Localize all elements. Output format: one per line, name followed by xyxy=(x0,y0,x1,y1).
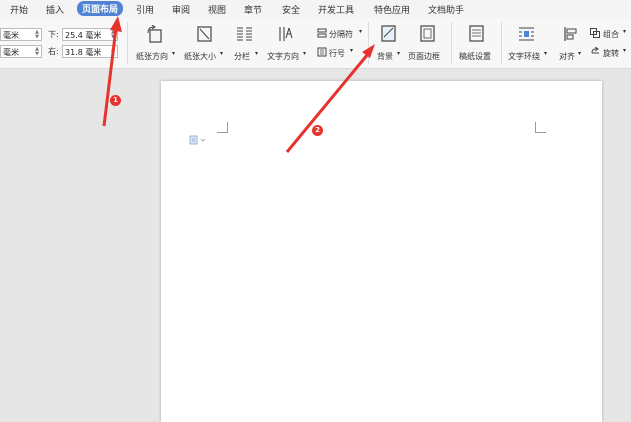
top-margin-value: 毫米 xyxy=(3,31,19,40)
manuscript-grid-icon xyxy=(469,25,484,42)
paper-size-icon xyxy=(197,26,212,42)
annotation-badge-1: 1 xyxy=(110,95,121,106)
orientation-label: 纸张方向 xyxy=(136,52,168,61)
annotation-badge-2: 2 xyxy=(312,125,323,136)
group-icon xyxy=(590,28,600,38)
page-border-label: 页面边框 xyxy=(408,52,440,61)
tab-page-layout[interactable]: 页面布局 xyxy=(77,1,124,16)
divider xyxy=(368,22,369,64)
chevron-down-icon: ▾ xyxy=(350,47,354,54)
ribbon-toolbar: 毫米 ▲ ▼ 毫米 ▲ ▼ 下: 25.4 毫米 ▲ ▼ 右: 31.8 毫米 ▲ ▼ … xyxy=(0,18,631,69)
tab-developer[interactable]: 开发工具 xyxy=(318,3,354,16)
bottom-margin-field[interactable]: 25.4 毫米 ▲ ▼ xyxy=(62,28,118,41)
paste-options-icon[interactable] xyxy=(189,135,209,145)
right-margin-label: 右: xyxy=(48,47,59,56)
spin-arrows-icon[interactable]: ▲ ▼ xyxy=(35,47,39,57)
divider xyxy=(451,22,452,64)
tab-references[interactable]: 引用 xyxy=(136,3,154,16)
columns-label: 分栏 xyxy=(234,52,250,61)
margin-corner-top-right xyxy=(535,122,546,133)
tab-security[interactable]: 安全 xyxy=(282,3,300,16)
background-icon xyxy=(381,25,396,42)
menu-bar: 开始 插入 页面布局 引用 审阅 视图 章节 安全 开发工具 特色应用 文档助手 xyxy=(0,0,631,18)
page-orientation-icon xyxy=(147,25,162,43)
text-direction-icon xyxy=(279,27,293,41)
top-margin-field[interactable]: 毫米 ▲ ▼ xyxy=(0,28,42,41)
chevron-down-icon: ▾ xyxy=(172,50,176,57)
paper-size-label: 纸张大小 xyxy=(184,52,216,61)
spin-arrows-icon[interactable]: ▲ ▼ xyxy=(111,30,115,40)
group-label: 组合 xyxy=(603,30,619,39)
chevron-down-icon: ▾ xyxy=(623,47,627,54)
line-numbers-icon xyxy=(317,47,327,57)
tab-start[interactable]: 开始 xyxy=(10,3,28,16)
rotate-icon xyxy=(591,47,599,54)
wrap-text-icon xyxy=(519,27,534,41)
divider xyxy=(127,22,128,64)
tab-review[interactable]: 审阅 xyxy=(172,3,190,16)
align-label: 对齐 xyxy=(559,52,575,61)
margin-corner-top-left xyxy=(217,122,228,133)
spin-arrows-icon[interactable]: ▲ ▼ xyxy=(35,30,39,40)
right-margin-value: 31.8 毫米 xyxy=(65,48,102,57)
tab-insert[interactable]: 插入 xyxy=(46,3,64,16)
tab-special-apps[interactable]: 特色应用 xyxy=(374,3,410,16)
text-direction-label: 文字方向 xyxy=(267,52,299,61)
tab-view[interactable]: 视图 xyxy=(208,3,226,16)
chevron-down-icon: ▾ xyxy=(397,50,401,57)
page-break-icon xyxy=(317,28,327,38)
left-margin-value: 毫米 xyxy=(3,48,19,57)
divider xyxy=(501,22,502,64)
chevron-down-icon: ▾ xyxy=(578,50,582,57)
manuscript-settings-label: 稿纸设置 xyxy=(459,52,491,61)
chevron-down-icon: ▾ xyxy=(359,28,363,35)
left-margin-field[interactable]: 毫米 ▲ ▼ xyxy=(0,45,42,58)
breaks-label: 分隔符 xyxy=(329,30,353,39)
align-icon xyxy=(564,27,577,41)
page-border-icon xyxy=(420,25,435,42)
line-numbers-label: 行号 xyxy=(329,49,345,58)
chevron-down-icon: ▾ xyxy=(220,50,224,57)
chevron-down-icon: ▾ xyxy=(303,50,307,57)
chevron-down-icon: ▾ xyxy=(623,28,627,35)
bottom-margin-value: 25.4 毫米 xyxy=(65,31,102,40)
tab-doc-assistant[interactable]: 文档助手 xyxy=(428,3,464,16)
document-page[interactable] xyxy=(161,81,602,422)
spin-arrows-icon[interactable]: ▲ ▼ xyxy=(111,47,115,57)
right-margin-field[interactable]: 31.8 毫米 ▲ ▼ xyxy=(62,45,118,58)
columns-icon xyxy=(237,27,252,41)
wrap-text-label: 文字环绕 xyxy=(508,52,540,61)
background-label: 背景 xyxy=(377,52,393,61)
rotate-label: 旋转 xyxy=(603,49,619,58)
tab-sections[interactable]: 章节 xyxy=(244,3,262,16)
chevron-down-icon: ▾ xyxy=(255,50,259,57)
chevron-down-icon: ▾ xyxy=(544,50,548,57)
bottom-margin-label: 下: xyxy=(48,30,59,39)
